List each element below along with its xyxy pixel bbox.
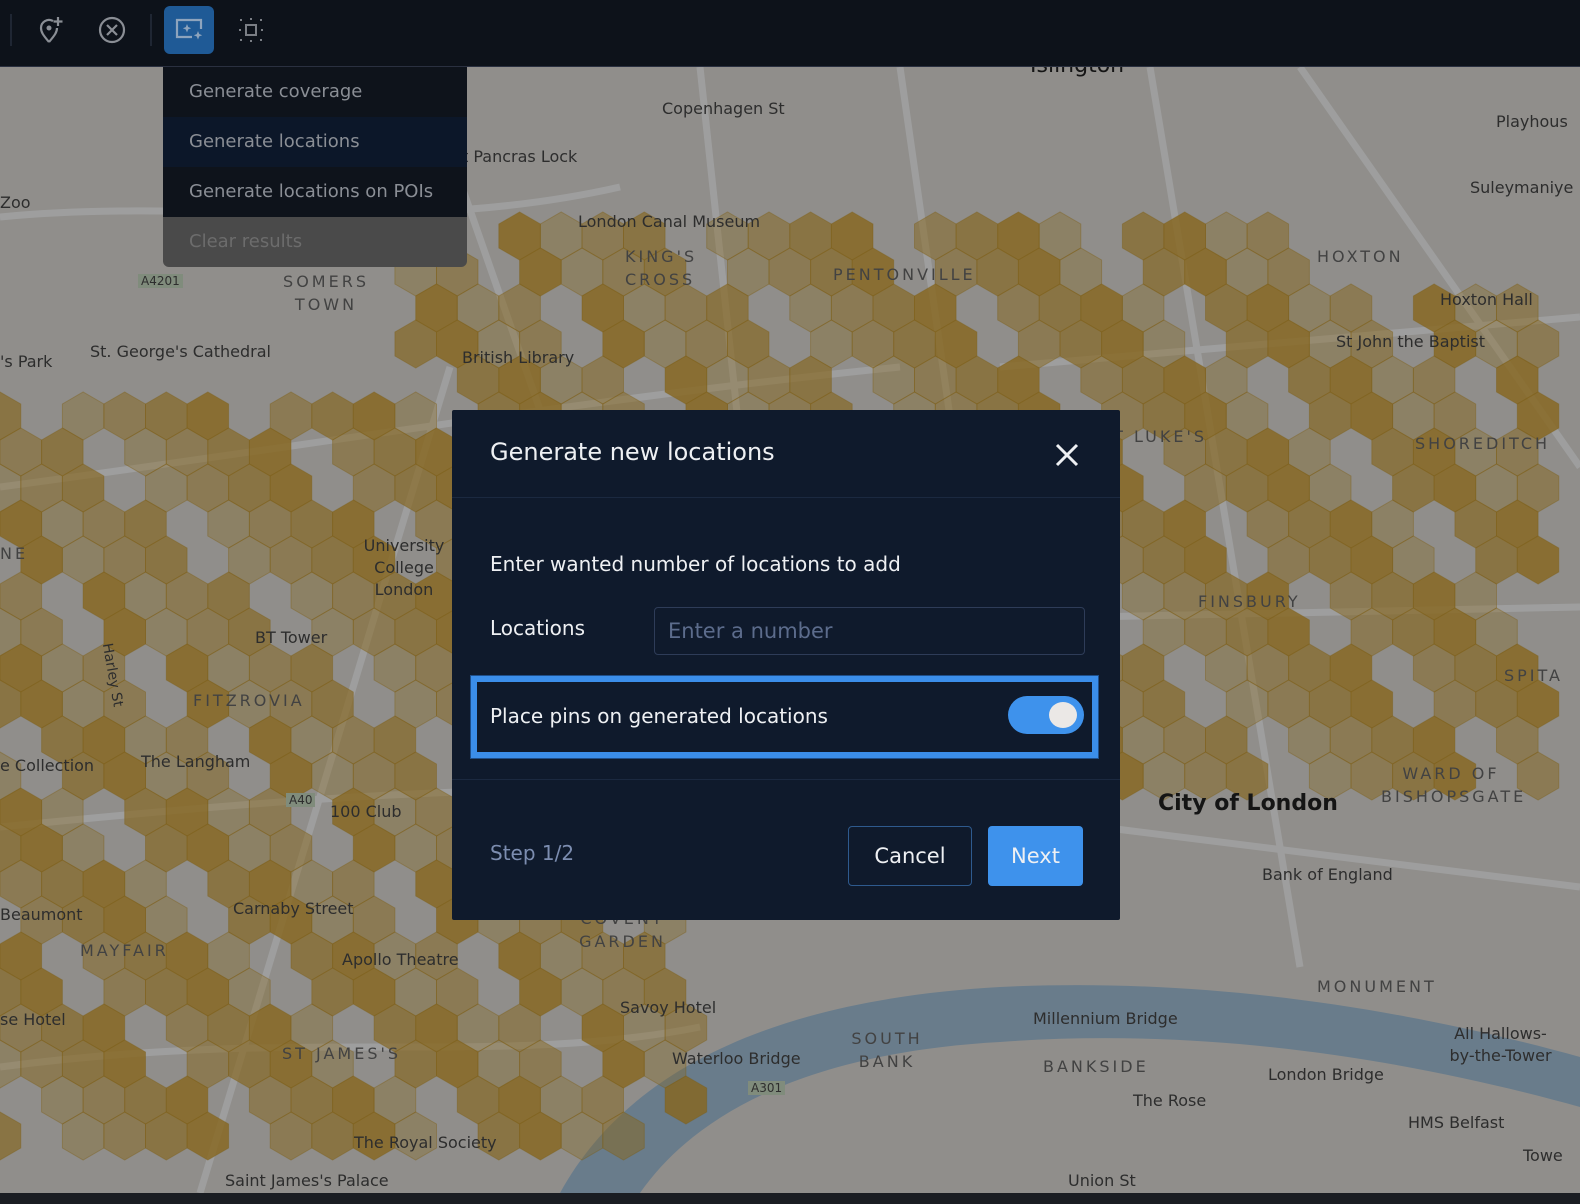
- clear-button[interactable]: [87, 6, 137, 54]
- next-button[interactable]: Next: [988, 826, 1083, 886]
- locations-label: Locations: [490, 616, 586, 640]
- place-pins-row: Place pins on generated locations: [470, 675, 1099, 759]
- select-area-icon: [239, 18, 263, 42]
- clear-circle-icon: [98, 16, 126, 44]
- cancel-button[interactable]: Cancel: [848, 826, 972, 886]
- locations-input[interactable]: [654, 607, 1085, 655]
- menu-item-generate-locations-on-pois[interactable]: Generate locations on POIs: [163, 167, 467, 217]
- bottom-bar: [0, 1193, 1580, 1204]
- generate-sparkle-icon: [175, 18, 203, 40]
- add-pin-button[interactable]: [25, 6, 75, 54]
- generate-dropdown-menu: Generate coverage Generate locations Gen…: [163, 67, 467, 267]
- generate-locations-dialog: Generate new locations Enter wanted numb…: [452, 410, 1120, 920]
- generate-button[interactable]: [164, 6, 214, 54]
- toolbar-divider: [10, 14, 12, 46]
- menu-item-generate-coverage[interactable]: Generate coverage: [163, 67, 467, 117]
- menu-item-clear-results: Clear results: [163, 217, 467, 267]
- step-indicator: Step 1/2: [490, 841, 575, 865]
- dialog-header: Generate new locations: [452, 410, 1120, 498]
- close-icon: [1055, 443, 1079, 467]
- place-pins-label: Place pins on generated locations: [490, 704, 828, 728]
- dialog-description: Enter wanted number of locations to add: [490, 552, 901, 576]
- select-area-button[interactable]: [226, 6, 276, 54]
- toolbar: [0, 0, 1580, 67]
- dialog-title: Generate new locations: [490, 438, 775, 466]
- place-pins-toggle[interactable]: [1008, 696, 1084, 734]
- close-button[interactable]: [1052, 440, 1082, 470]
- toolbar-divider: [150, 14, 152, 46]
- toggle-knob: [1049, 702, 1077, 728]
- divider: [452, 779, 1120, 780]
- add-pin-icon: [39, 17, 63, 43]
- menu-item-generate-locations[interactable]: Generate locations: [163, 117, 467, 167]
